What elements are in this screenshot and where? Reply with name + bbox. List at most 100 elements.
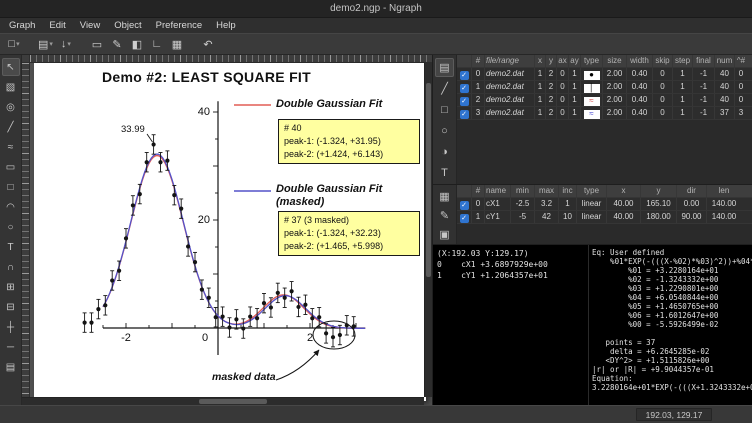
- table-cell: 1: [569, 94, 581, 106]
- table-cell: 0: [557, 94, 569, 106]
- save-graph-button[interactable]: ↓▾: [57, 35, 75, 53]
- header-cell: size: [603, 55, 627, 67]
- axis-window-button[interactable]: ∟: [148, 35, 166, 53]
- clear-button[interactable]: ◧: [128, 35, 146, 53]
- table-row[interactable]: ✓1demo2.dat1201│2.000.4001-1400: [457, 81, 752, 94]
- masked-data-arrow: [276, 350, 319, 380]
- gauss-tool[interactable]: ∩: [2, 258, 20, 276]
- table-cell: 2.00: [603, 94, 627, 106]
- open-graph-button[interactable]: ▤▾: [36, 35, 55, 53]
- table-cell: demo2.dat: [485, 94, 535, 106]
- row-checkbox[interactable]: ✓: [457, 211, 472, 223]
- row-checkbox[interactable]: ✓: [457, 81, 472, 93]
- menu-object[interactable]: Object: [107, 18, 148, 33]
- header-cell: x: [535, 55, 546, 67]
- header-cell: skip: [653, 55, 673, 67]
- coordinate-panel: (X:192.03 Y:129.17) 0 cX1 +3.6897929e+00…: [433, 245, 589, 405]
- data-point: [89, 321, 93, 325]
- table-cell: linear: [577, 211, 607, 223]
- menu-preference[interactable]: Preference: [149, 18, 209, 33]
- menu-graph[interactable]: Graph: [2, 18, 42, 33]
- table-header-row: #nameminmaxinctypexydirlen: [457, 185, 752, 198]
- table-row[interactable]: ✓0cX1-2.53.21linear40.00165.100.00140.00: [457, 198, 752, 211]
- select-region-tool[interactable]: ▧: [2, 78, 20, 96]
- line-tool[interactable]: ╱: [2, 118, 20, 136]
- data-point: [110, 278, 114, 282]
- text-object-icon[interactable]: T: [435, 163, 454, 182]
- x-tick-label: -2: [118, 332, 134, 344]
- undo-button[interactable]: ↶: [199, 35, 217, 53]
- masked-data-label[interactable]: masked data: [212, 371, 276, 383]
- table-cell: 1: [472, 211, 485, 223]
- rect-tool[interactable]: □: [2, 178, 20, 196]
- table-cell: 140.00: [707, 198, 741, 210]
- section-axis-tool[interactable]: ⊟: [2, 298, 20, 316]
- peak-leader-line: [147, 134, 153, 142]
- rect-object-icon[interactable]: □: [435, 100, 454, 119]
- horizontal-scrollbar[interactable]: [22, 397, 424, 405]
- page[interactable]: Demo #2: LEAST SQUARE FIT Double Gaussia…: [34, 63, 426, 401]
- data-window-button[interactable]: ▦: [168, 35, 186, 53]
- vertical-scrollbar-thumb[interactable]: [426, 83, 431, 277]
- polygon-tool[interactable]: ▭: [2, 158, 20, 176]
- masked-fit-info-box[interactable]: # 37 (3 masked) peak-1: (-1.324, +32.23)…: [278, 211, 420, 256]
- draw-window-button[interactable]: ▭: [88, 35, 106, 53]
- new-graph-icon: □: [8, 38, 15, 50]
- y-tick-label: 20: [186, 214, 210, 226]
- row-checkbox[interactable]: ✓: [457, 107, 472, 119]
- axis-grid-icon[interactable]: ▦: [435, 188, 454, 205]
- single-axis-tool[interactable]: ─: [2, 338, 20, 356]
- file-save-icon[interactable]: ▣: [435, 226, 454, 243]
- fit-info-box[interactable]: # 40 peak-1: (-1.324, +31.95) peak-2: (+…: [278, 119, 420, 164]
- data-point: [158, 160, 162, 164]
- clear-icon: ◧: [132, 38, 142, 51]
- data-window-icon: ▦: [172, 38, 182, 51]
- axis-edit-icon[interactable]: ✎: [435, 207, 454, 224]
- legend-label-masked-fit[interactable]: Double Gaussian Fit (masked): [276, 183, 382, 209]
- mark-tool[interactable]: ○: [2, 218, 20, 236]
- open-graph-icon: ▤: [38, 38, 48, 51]
- data-objects-icon[interactable]: ▤: [435, 58, 454, 77]
- vertical-scrollbar[interactable]: [424, 63, 432, 397]
- line-object-icon[interactable]: ╱: [435, 79, 454, 98]
- fit-info-line: peak-1: (-1.324, +31.95): [284, 135, 414, 148]
- text-tool[interactable]: T: [2, 238, 20, 256]
- file-table: #file/rangexyaxaytypesizewidthskipstepfi…: [457, 55, 752, 184]
- window-title: demo2.ngp - Ngraph: [330, 3, 422, 14]
- table-cell: -1: [693, 107, 715, 119]
- menu-edit[interactable]: Edit: [42, 18, 72, 33]
- legend-label-fit[interactable]: Double Gaussian Fit: [276, 98, 382, 110]
- table-cell: 1: [569, 81, 581, 93]
- horizontal-scrollbar-thumb[interactable]: [199, 399, 267, 404]
- zoom-tool[interactable]: ◎: [2, 98, 20, 116]
- x-tick-label: 2: [302, 332, 318, 344]
- data-point: [152, 142, 156, 146]
- data-point: [131, 203, 135, 207]
- edit-tool-icon: ✎: [112, 38, 121, 51]
- header-cell: type: [577, 185, 607, 197]
- data-point: [193, 260, 197, 264]
- table-row[interactable]: ✓2demo2.dat1201≈2.000.4001-1400: [457, 94, 752, 107]
- peak-value-annotation[interactable]: 33.99: [121, 124, 145, 135]
- plot-title[interactable]: Demo #2: LEAST SQUARE FIT: [102, 69, 311, 85]
- data-plot-tool[interactable]: ▤: [2, 358, 20, 376]
- menu-help[interactable]: Help: [209, 18, 243, 33]
- row-checkbox[interactable]: ✓: [457, 198, 472, 210]
- pointer-tool[interactable]: ↖: [2, 58, 20, 76]
- new-graph-button[interactable]: □▾: [5, 35, 23, 53]
- cross-axis-tool[interactable]: ┼: [2, 318, 20, 336]
- table-row[interactable]: ✓0demo2.dat1201●2.000.4001-1400: [457, 68, 752, 81]
- frame-axis-tool[interactable]: ⊞: [2, 278, 20, 296]
- table-row[interactable]: ✓3demo2.dat1201≈2.000.4001-1373: [457, 107, 752, 120]
- circle-object-icon[interactable]: ○: [435, 121, 454, 140]
- row-checkbox[interactable]: ✓: [457, 94, 472, 106]
- row-checkbox[interactable]: ✓: [457, 68, 472, 80]
- menu-view[interactable]: View: [73, 18, 107, 33]
- edit-tool-button[interactable]: ✎: [108, 35, 126, 53]
- curve-tool[interactable]: ≈: [2, 138, 20, 156]
- table-cell: demo2.dat: [485, 107, 535, 119]
- table-row[interactable]: ✓1cY1-54210linear40.00180.0090.00140.00: [457, 211, 752, 224]
- data-point: [124, 236, 128, 240]
- arc-tool[interactable]: ◠: [2, 198, 20, 216]
- mark-object-icon[interactable]: ◑: [435, 142, 454, 161]
